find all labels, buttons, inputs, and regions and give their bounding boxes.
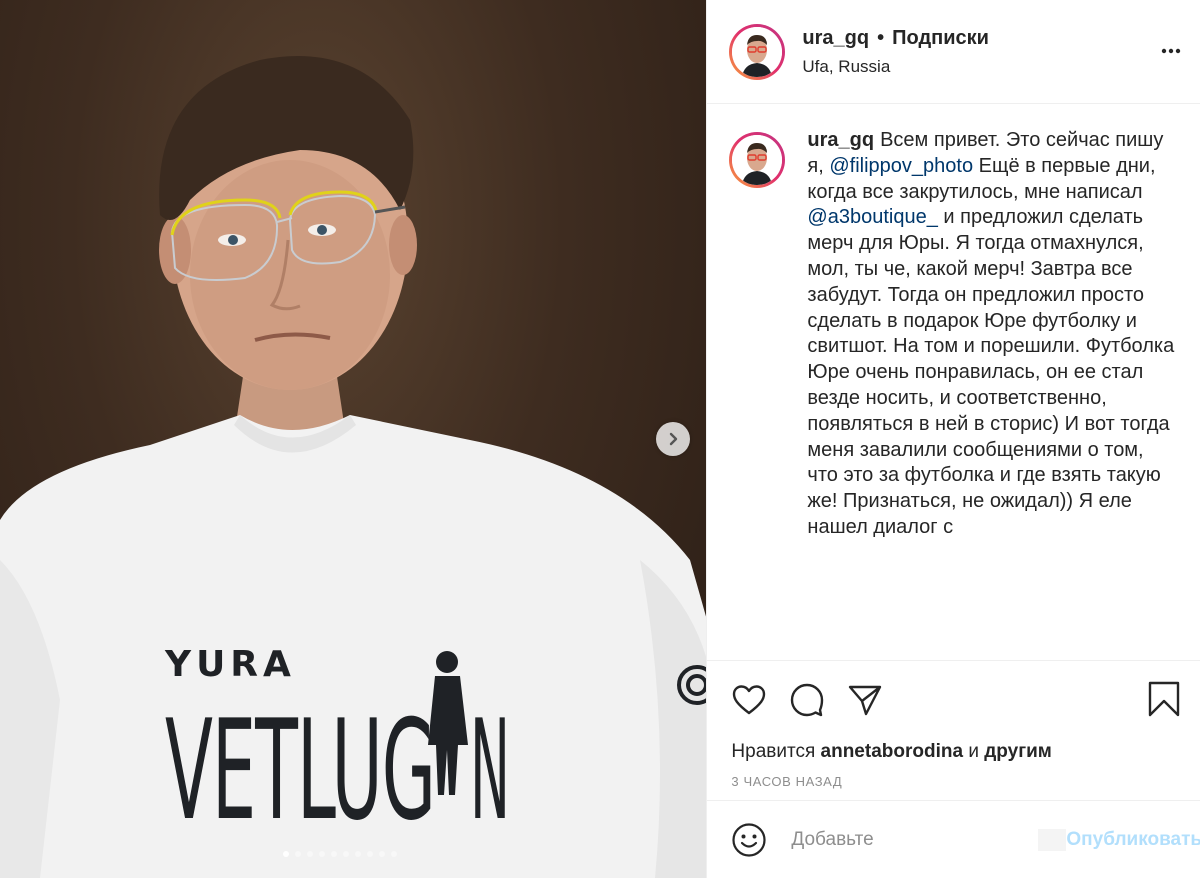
- more-horizontal-icon: [1161, 48, 1181, 54]
- more-options-button[interactable]: [1160, 40, 1182, 67]
- shirt-print-line2: VETLUG: [165, 690, 435, 851]
- post-header: ura_gq • Подписки Ufa, Russia: [707, 0, 1200, 104]
- like-button[interactable]: [731, 682, 767, 718]
- avatar-image: [732, 135, 783, 185]
- slide-dot: [319, 851, 325, 857]
- comment-form: Опубликовать: [707, 800, 1200, 878]
- likes-prefix: Нравится: [731, 741, 816, 762]
- slide-dot: [331, 851, 337, 857]
- avatar-image: [732, 26, 783, 77]
- emoji-button[interactable]: [731, 822, 767, 858]
- share-button[interactable]: [847, 682, 883, 718]
- caption-avatar[interactable]: [729, 132, 786, 188]
- slide-dot: [355, 851, 361, 857]
- following-button[interactable]: Подписки: [892, 27, 989, 50]
- shirt-print-line1: YURA: [164, 644, 296, 685]
- slide-dot: [343, 851, 349, 857]
- header-separator: •: [877, 26, 885, 49]
- post-location[interactable]: Ufa, Russia: [802, 57, 989, 77]
- next-slide-button[interactable]: [656, 422, 690, 456]
- slide-dot: [295, 851, 301, 857]
- post-media[interactable]: YURA VETLUG N: [0, 0, 707, 878]
- slide-dot: [379, 851, 385, 857]
- caption-text: ura_gq Всем привет. Это сейчас пишу я, @f…: [807, 128, 1177, 660]
- post-photo: YURA VETLUG N: [0, 56, 707, 878]
- bookmark-icon: [1148, 681, 1180, 717]
- instagram-post: YURA VETLUG N ura_gq • Подписки Ufa, Rus…: [0, 0, 1200, 878]
- heart-icon: [733, 685, 766, 715]
- post-caption: ura_gq Всем привет. Это сейчас пишу я, @f…: [707, 104, 1200, 661]
- slide-dot: [391, 851, 397, 857]
- shirt-print-line3: N: [470, 690, 510, 851]
- paper-plane-icon: [849, 685, 882, 716]
- likes-user-link[interactable]: annetaborodina: [821, 741, 964, 762]
- slide-dot-active: [283, 851, 289, 857]
- mention-link[interactable]: @a3boutique_: [807, 206, 937, 228]
- post-sidebar: ura_gq • Подписки Ufa, Russia ura_gq Все…: [706, 0, 1200, 878]
- slide-dot: [307, 851, 313, 857]
- comment-button[interactable]: [789, 682, 825, 718]
- comment-bubble-icon: [791, 683, 824, 717]
- slide-dot: [367, 851, 373, 857]
- avatar[interactable]: [729, 23, 786, 80]
- mention-link[interactable]: @filippov_photo: [829, 155, 973, 177]
- comment-input[interactable]: [789, 827, 1039, 852]
- smiley-icon: [732, 822, 767, 857]
- save-button[interactable]: [1148, 681, 1180, 722]
- header-username[interactable]: ura_gq: [802, 27, 869, 50]
- publish-button[interactable]: Опубликовать: [1038, 828, 1200, 851]
- likes-summary: Нравится annetaborodina и другим: [707, 739, 1200, 765]
- caption-text-segment: и предложил сделать мерч для Юры. Я тогд…: [807, 206, 1175, 538]
- caption-username[interactable]: ura_gq: [807, 129, 874, 151]
- post-timestamp[interactable]: 3 ЧАСОВ НАЗАД: [707, 773, 1200, 791]
- chevron-right-icon: [669, 432, 678, 446]
- likes-others-link[interactable]: другим: [984, 741, 1052, 762]
- action-bar: [707, 661, 1200, 739]
- slide-indicator: [283, 851, 397, 857]
- likes-conj: и: [968, 741, 979, 762]
